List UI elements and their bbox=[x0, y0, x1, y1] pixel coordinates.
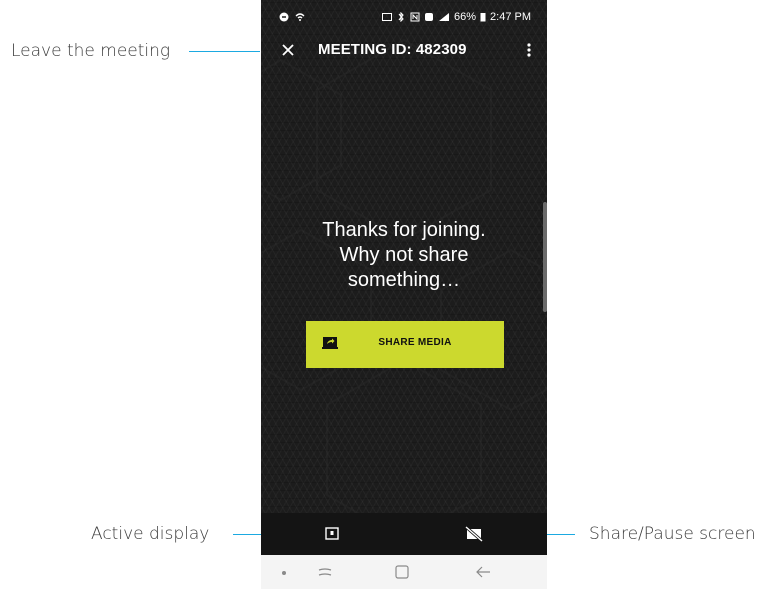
active-display-callout: Active display bbox=[91, 524, 210, 544]
share-pause-callout: Share/Pause screen bbox=[589, 524, 756, 544]
nav-dot-indicator bbox=[282, 571, 286, 575]
welcome-message: Thanks for joining. Why not share someth… bbox=[261, 218, 547, 293]
status-time: 2:47 PM bbox=[490, 11, 531, 23]
app-bar: MEETING ID: 482309 bbox=[261, 34, 547, 66]
meeting-screen: 66% 2:47 PM MEETING ID: 482309 Thanks fo… bbox=[261, 0, 547, 555]
share-media-button[interactable]: SHARE MEDIA bbox=[306, 321, 504, 368]
bluetooth-icon bbox=[398, 12, 404, 22]
battery-percent: 66% bbox=[454, 11, 477, 23]
notification-icon bbox=[279, 12, 289, 22]
share-media-label: SHARE MEDIA bbox=[378, 337, 452, 348]
close-icon bbox=[282, 44, 294, 56]
more-vertical-icon bbox=[527, 43, 531, 57]
welcome-line-3: something… bbox=[347, 269, 461, 291]
battery-icon bbox=[480, 13, 486, 22]
active-display-icon[interactable] bbox=[325, 527, 339, 540]
signal-icon bbox=[439, 13, 449, 21]
status-bar: 66% 2:47 PM bbox=[261, 0, 547, 34]
leave-meeting-button[interactable] bbox=[275, 37, 301, 63]
android-nav-bar bbox=[261, 555, 547, 589]
share-pause-screen-icon[interactable] bbox=[465, 526, 483, 542]
welcome-line-2: Why not share bbox=[339, 244, 469, 266]
more-options-button[interactable] bbox=[519, 37, 539, 63]
home-icon[interactable] bbox=[395, 565, 409, 579]
meeting-id-title: MEETING ID: 482309 bbox=[318, 41, 467, 58]
scroll-handle[interactable] bbox=[543, 202, 547, 312]
wifi-call-icon bbox=[295, 13, 305, 21]
welcome-line-1: Thanks for joining. bbox=[322, 219, 486, 241]
phone-frame: 66% 2:47 PM MEETING ID: 482309 Thanks fo… bbox=[261, 0, 547, 589]
cast-icon bbox=[382, 13, 392, 21]
nfc-icon bbox=[410, 12, 420, 22]
mute-icon bbox=[425, 13, 433, 21]
meeting-controls-bar bbox=[261, 513, 547, 555]
recents-icon[interactable] bbox=[317, 564, 333, 580]
leave-meeting-callout-line bbox=[189, 51, 260, 52]
leave-meeting-callout: Leave the meeting bbox=[11, 41, 171, 61]
back-icon[interactable] bbox=[475, 565, 491, 579]
